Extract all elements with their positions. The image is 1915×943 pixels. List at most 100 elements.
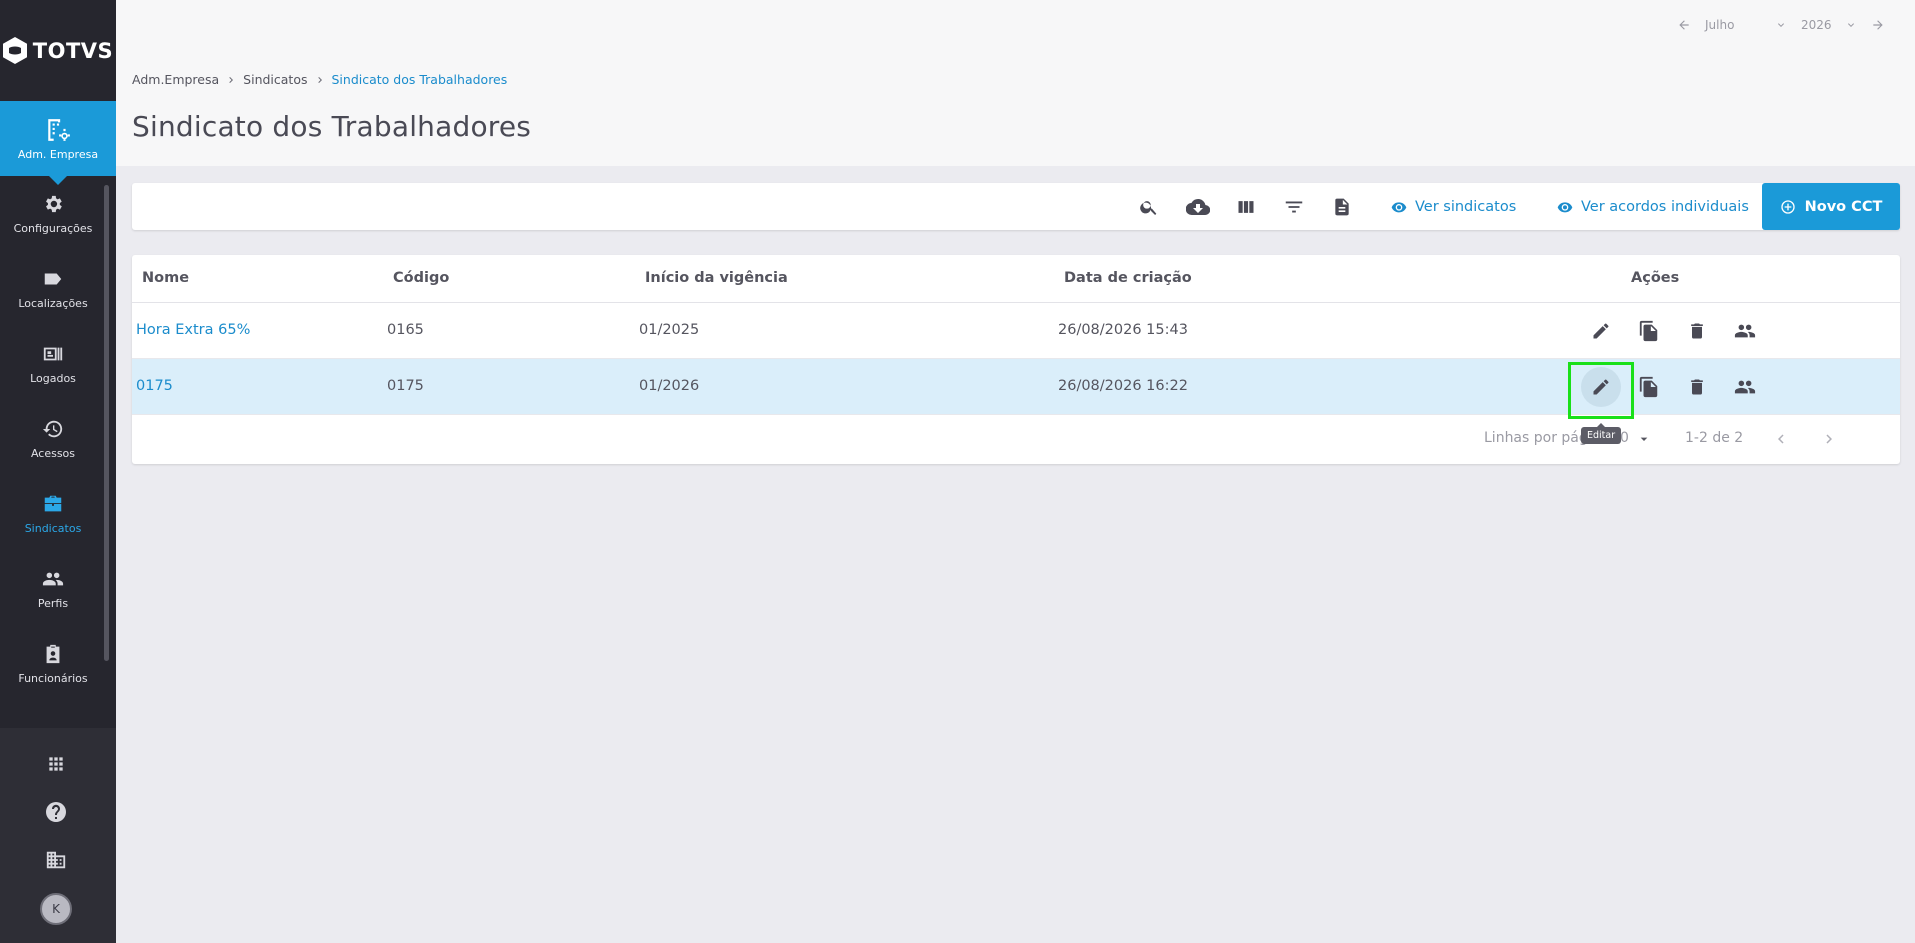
caret-down-icon[interactable] <box>1636 431 1652 447</box>
rows-per-page-value[interactable]: 0 <box>1620 430 1629 446</box>
year-select[interactable]: 2026 <box>1801 18 1857 32</box>
nav-label: Adm. Empresa <box>17 147 99 161</box>
rows-per-page-label: Linhas por pág <box>1484 430 1588 446</box>
document-icon[interactable] <box>1330 195 1354 219</box>
novo-cct-button[interactable]: Novo CCT <box>1762 183 1900 230</box>
nav-item-perfis[interactable]: Perfis <box>0 551 106 626</box>
building-settings-icon <box>48 118 70 141</box>
page-range: 1-2 de 2 <box>1685 430 1744 446</box>
header-nome[interactable]: Nome <box>142 270 189 286</box>
help-icon[interactable] <box>42 798 70 826</box>
novo-cct-label: Novo CCT <box>1804 198 1883 215</box>
chevron-right-icon <box>229 76 234 83</box>
row-data: 26/08/2026 15:43 <box>1058 322 1188 338</box>
brand-name: TOTVS <box>32 38 114 63</box>
row-inicio: 01/2026 <box>639 378 700 394</box>
eye-icon <box>1557 201 1573 212</box>
breadcrumb-item[interactable]: Sindicatos <box>243 72 307 87</box>
ver-acordos-label: Ver acordos individuais <box>1581 198 1749 215</box>
chevron-right-icon[interactable] <box>1820 430 1838 448</box>
gear-icon <box>46 195 62 212</box>
row-nome[interactable]: Hora Extra 65% <box>136 322 250 338</box>
toolbar: Ver sindicatos Ver acordos individuais N… <box>132 183 1900 230</box>
arrow-right-icon[interactable] <box>1871 18 1885 32</box>
cloud-download-icon[interactable] <box>1186 195 1210 219</box>
history-icon <box>42 420 63 437</box>
nav-list: Configurações Localizações Logados Acess… <box>0 176 116 726</box>
eye-icon <box>1391 201 1407 212</box>
avatar[interactable]: K <box>40 893 72 925</box>
nav-label: Sindicatos <box>24 521 82 535</box>
edit-tooltip: Editar <box>1581 423 1622 444</box>
badge-icon <box>43 347 63 360</box>
cct-table: Nome Código Início da vigência Data de c… <box>132 255 1900 464</box>
header-codigo[interactable]: Código <box>393 270 449 286</box>
year-value: 2026 <box>1801 18 1832 32</box>
sidebar: TOTVS Adm. Empresa Configurações Localiz… <box>0 0 116 943</box>
page-header: Julho 2026 Adm.Empresa Sindicatos Sindic… <box>116 0 1915 166</box>
row-inicio: 01/2025 <box>639 322 700 338</box>
breadcrumb-current: Sindicato dos Trabalhadores <box>331 72 508 87</box>
ver-sindicatos-label: Ver sindicatos <box>1415 198 1517 215</box>
table-row[interactable]: Hora Extra 65% 0165 01/2025 26/08/2026 1… <box>132 303 1900 359</box>
nav-label: Logados <box>30 371 76 385</box>
nav-label: Localizações <box>18 296 88 310</box>
row-data: 26/08/2026 16:22 <box>1058 378 1188 394</box>
row-codigo: 0175 <box>387 378 424 394</box>
arrow-left-icon[interactable] <box>1677 18 1691 32</box>
header-acoes: Ações <box>1631 270 1680 286</box>
header-inicio[interactable]: Início da vigência <box>645 270 788 286</box>
nav-item-sindicatos[interactable]: Sindicatos <box>0 476 106 551</box>
ver-sindicatos-button[interactable]: Ver sindicatos <box>1391 183 1516 230</box>
chevron-down-icon <box>1848 23 1854 27</box>
table-row[interactable]: 0175 0175 01/2026 26/08/2026 16:22 <box>132 359 1900 419</box>
delete-icon[interactable] <box>1683 317 1711 345</box>
table-header: Nome Código Início da vigência Data de c… <box>132 255 1900 303</box>
chevron-down-icon <box>1778 23 1784 27</box>
delete-icon[interactable] <box>1683 373 1711 401</box>
people-icon[interactable] <box>1731 373 1759 401</box>
ver-acordos-button[interactable]: Ver acordos individuais <box>1557 183 1749 230</box>
nav-item-logados[interactable]: Logados <box>0 326 106 401</box>
nav-item-adm-empresa[interactable]: Adm. Empresa <box>0 101 116 185</box>
month-select[interactable]: Julho <box>1705 18 1787 32</box>
page-title: Sindicato dos Trabalhadores <box>132 110 532 143</box>
nav-label: Acessos <box>30 446 76 460</box>
company-icon[interactable] <box>42 846 70 874</box>
totvs-logo[interactable]: TOTVS <box>0 0 116 101</box>
people-icon <box>42 572 64 585</box>
nav-item-acessos[interactable]: Acessos <box>0 401 106 476</box>
chevron-right-icon <box>317 76 322 83</box>
nav-item-localizacoes[interactable]: Localizações <box>0 251 106 326</box>
row-codigo: 0165 <box>387 322 424 338</box>
header-data[interactable]: Data de criação <box>1064 270 1192 286</box>
edit-icon[interactable] <box>1587 317 1615 345</box>
apps-grid-icon[interactable] <box>42 750 70 778</box>
focus-highlight <box>1568 362 1634 419</box>
copy-icon[interactable] <box>1635 373 1663 401</box>
period-selector: Julho 2026 <box>1677 18 1885 32</box>
briefcase-icon <box>44 495 62 511</box>
nav-label: Funcionários <box>18 671 88 685</box>
breadcrumb-item[interactable]: Adm.Empresa <box>132 72 219 87</box>
breadcrumb: Adm.Empresa Sindicatos Sindicato dos Tra… <box>132 72 507 87</box>
nav-item-funcionarios[interactable]: Funcionários <box>0 626 106 701</box>
chevron-left-icon[interactable] <box>1772 430 1790 448</box>
row-nome[interactable]: 0175 <box>136 378 173 394</box>
add-circle-icon <box>1780 199 1795 214</box>
search-icon[interactable] <box>1137 195 1161 219</box>
sidebar-scrollbar-thumb[interactable] <box>104 185 109 661</box>
people-icon[interactable] <box>1731 317 1759 345</box>
month-value: Julho <box>1705 18 1735 32</box>
sidebar-scrollbar[interactable] <box>104 185 109 661</box>
table-pagination: Linhas por pág 0 1-2 de 2 <box>132 415 1900 463</box>
columns-icon[interactable] <box>1234 195 1258 219</box>
filter-icon[interactable] <box>1282 195 1306 219</box>
copy-icon[interactable] <box>1635 317 1663 345</box>
nav-item-configuracoes[interactable]: Configurações <box>0 176 106 251</box>
clipboard-user-icon <box>46 644 60 663</box>
nav-label: Perfis <box>37 596 69 610</box>
tag-icon <box>44 273 62 284</box>
totvs-hex-icon <box>2 37 27 64</box>
nav-label: Configurações <box>13 221 93 235</box>
